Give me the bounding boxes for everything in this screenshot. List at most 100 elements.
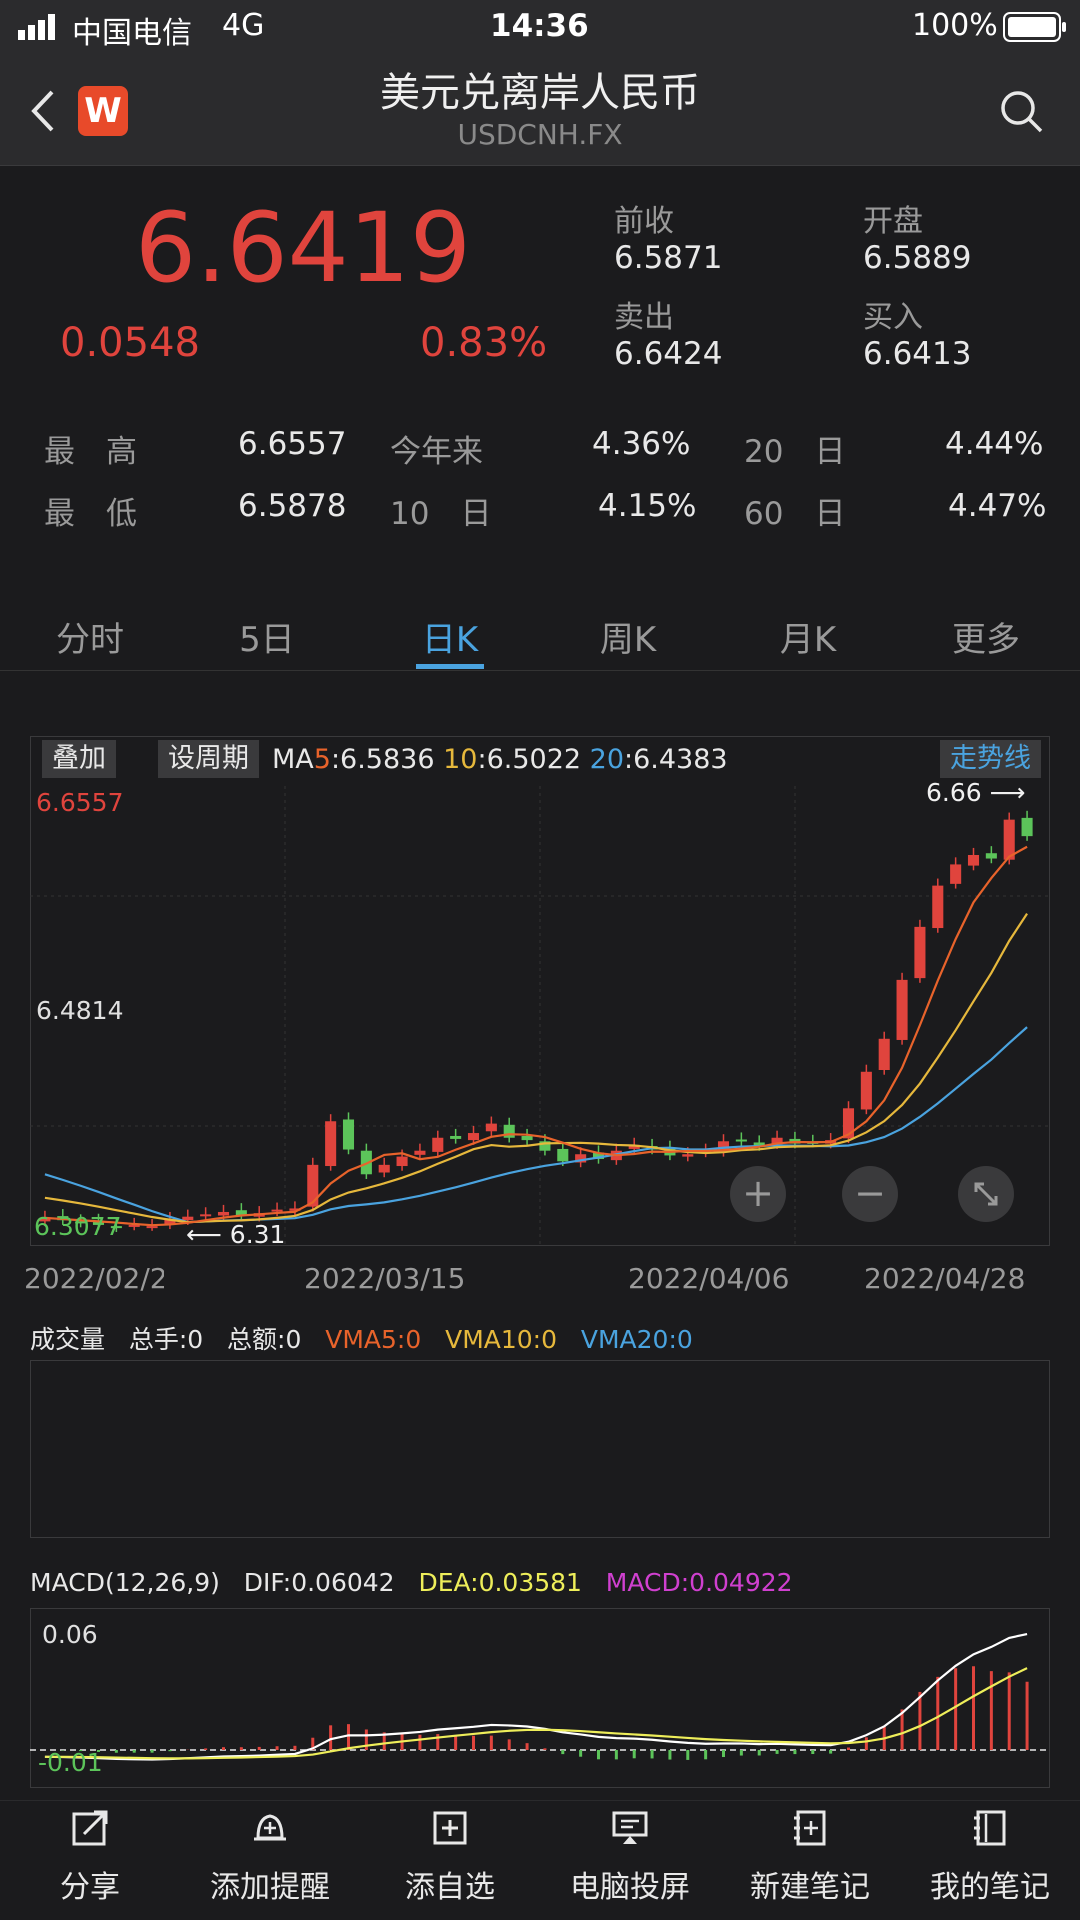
macd-frame [30, 1608, 1050, 1788]
tab-daily-k[interactable]: 日K [390, 612, 510, 661]
d10-value: 4.15% [598, 488, 697, 524]
buy-label: 买入 [863, 300, 923, 335]
date-label-4: 2022/04/28 [864, 1262, 1026, 1295]
page-title: 美元兑离岸人民币 [380, 70, 700, 116]
d60-label: 60 日 [744, 496, 846, 532]
d20-label: 20 日 [744, 434, 846, 470]
dif-line [44, 1632, 1028, 1761]
add-alert-label: 添加提醒 [210, 1870, 330, 1905]
macd-value: MACD:0.04922 [605, 1568, 793, 1597]
symbol-code: USDCNH.FX [457, 118, 623, 151]
candle-body [378, 1164, 390, 1173]
network-type: 4G [222, 8, 265, 43]
candle-body [967, 854, 980, 866]
new-note-button[interactable]: 新建笔记 [720, 1808, 900, 1906]
candle-body [467, 1133, 480, 1141]
screen-cast-button[interactable]: 电脑投屏 [540, 1808, 720, 1906]
macd-chart[interactable] [30, 1608, 1050, 1788]
bell-icon [254, 1814, 286, 1841]
tab-underline [416, 664, 484, 669]
candle-body [682, 1154, 694, 1157]
candle-body [325, 1121, 337, 1167]
search-icon[interactable] [1000, 90, 1044, 134]
volume-chart[interactable] [30, 1360, 1050, 1538]
volume-legend: 成交量 总手:0 总额:0 VMA5:0 VMA10:0 VMA20:0 [30, 1320, 693, 1356]
d10-label: 10 日 [390, 496, 492, 532]
tab-weekly-k[interactable]: 周K [568, 612, 688, 661]
price-change: 0.0548 [60, 320, 200, 366]
total-amount: 总额:0 [227, 1325, 302, 1354]
carrier: 中国电信 [72, 16, 192, 51]
battery-percent: 100% [912, 8, 998, 43]
dif-value: DIF:0.06042 [243, 1568, 395, 1597]
y-axis-mid: 6.4814 [36, 996, 124, 1025]
y-axis-bottom: 6.3077 [34, 1212, 122, 1241]
candle-body [146, 1226, 158, 1229]
volume-label: 成交量 [30, 1325, 106, 1354]
candle-body [414, 1150, 426, 1155]
tab-5day[interactable]: 5日 [207, 612, 327, 661]
ytd-value: 4.36% [592, 426, 691, 462]
d60-value: 4.47% [948, 488, 1047, 524]
last-price: 6.6419 [135, 192, 471, 304]
candle-body [914, 926, 926, 979]
total-hands: 总手:0 [128, 1325, 204, 1354]
candle-body [432, 1137, 444, 1152]
candle-body [307, 1164, 319, 1207]
screen-cast-label: 电脑投屏 [570, 1870, 690, 1905]
monitor-icon [612, 1811, 648, 1844]
candle-body [342, 1119, 355, 1150]
tabs-divider [0, 670, 1080, 671]
signal-icon [18, 14, 55, 40]
date-label-3: 2022/04/06 [628, 1262, 790, 1295]
high-value: 6.6557 [238, 426, 347, 462]
price-change-pct: 0.83% [420, 320, 548, 366]
low-value: 6.5878 [238, 488, 347, 524]
tab-more[interactable]: 更多 [926, 612, 1046, 661]
zoom-out-button[interactable]: − [842, 1166, 898, 1222]
share-button[interactable]: 分享 [0, 1808, 180, 1906]
battery-icon [1003, 12, 1066, 42]
macd-label: MACD(12,26,9) [30, 1568, 220, 1597]
low-label: 最 低 [44, 496, 137, 532]
macd-legend: MACD(12,26,9) DIF:0.06042 DEA:0.03581 MA… [30, 1568, 793, 1597]
zoom-in-button[interactable]: + [730, 1166, 786, 1222]
prev-close-label: 前收 [614, 204, 674, 239]
candle-body [932, 885, 944, 929]
share-icon [72, 1810, 108, 1846]
my-notes-button[interactable]: 我的笔记 [900, 1808, 1080, 1906]
kline-chart[interactable] [30, 736, 1050, 1246]
macd-y-top: 0.06 [42, 1620, 98, 1649]
candle-body [896, 979, 908, 1040]
add-alert-button[interactable]: 添加提醒 [180, 1808, 360, 1906]
sell-label: 卖出 [614, 300, 674, 335]
y-axis-top: 6.6557 [36, 788, 124, 817]
share-label: 分享 [60, 1870, 120, 1905]
candle-body [396, 1156, 408, 1167]
tab-intraday[interactable]: 分时 [30, 612, 150, 661]
candle-body [200, 1214, 212, 1217]
new-note-label: 新建笔记 [750, 1870, 870, 1905]
status-bar: 中国电信 4G 14:36 100% [0, 0, 1080, 56]
nav-bar: W 美元兑离岸人民币 USDCNH.FX [0, 56, 1080, 166]
candle-body [860, 1071, 872, 1110]
expand-icon [974, 1182, 998, 1206]
candle-body [1021, 817, 1033, 837]
date-label-1: 2022/02/21 [24, 1262, 164, 1295]
macd-y-bottom: -0.01 [38, 1748, 103, 1777]
vma5: VMA5:0 [325, 1325, 422, 1354]
plus-square-icon [433, 1811, 467, 1845]
fullscreen-button[interactable] [958, 1166, 1014, 1222]
add-watchlist-button[interactable]: 添自选 [360, 1808, 540, 1906]
open-label: 开盘 [863, 204, 923, 239]
tab-monthly-k[interactable]: 月K [748, 612, 868, 661]
candle-body [450, 1135, 462, 1139]
candle-body [485, 1123, 497, 1132]
high-label: 最 高 [44, 434, 137, 470]
prev-close-value: 6.5871 [614, 240, 723, 276]
candle-body [521, 1135, 533, 1141]
candle-body [950, 864, 962, 884]
candle-body [557, 1148, 569, 1162]
sell-value: 6.6424 [614, 336, 723, 372]
candle-body [271, 1209, 283, 1212]
